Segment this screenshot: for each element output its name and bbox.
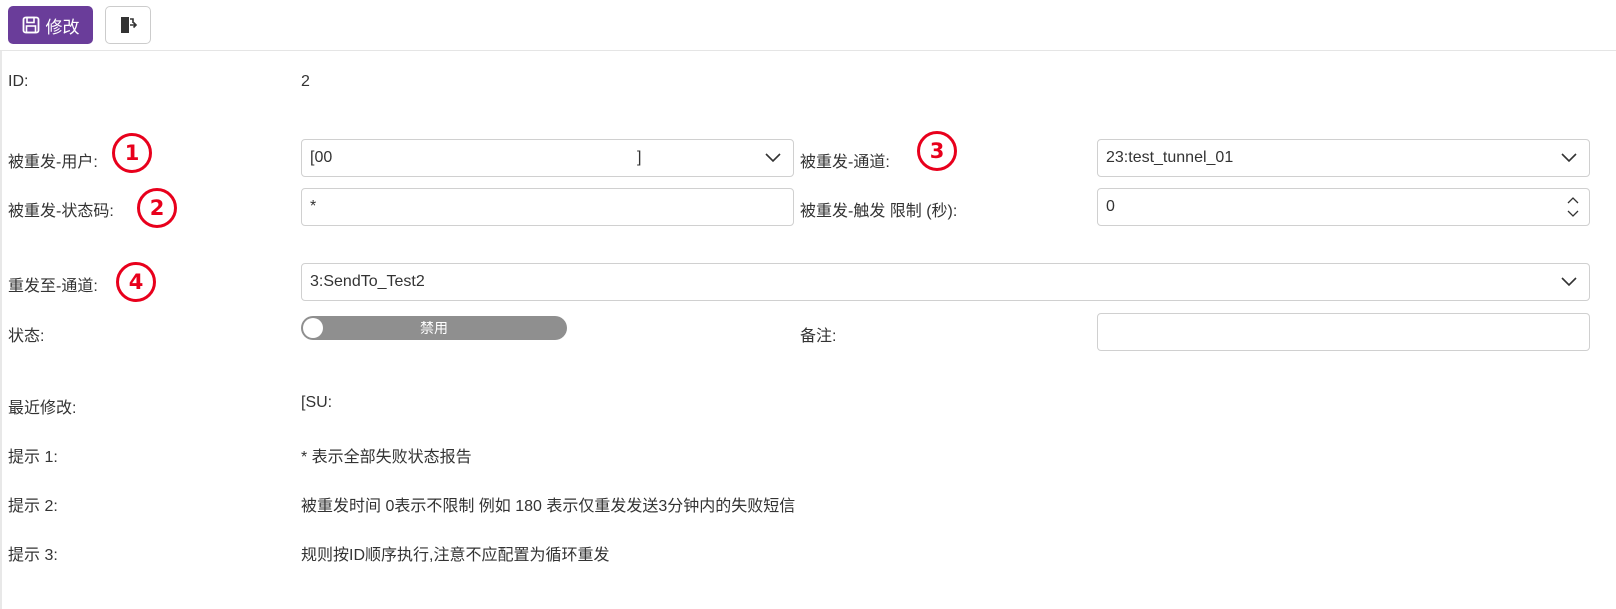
trigger-limit-input[interactable]: 0: [1097, 188, 1590, 226]
state-label: 状态:: [8, 328, 45, 345]
trigger-limit-input-value: 0: [1106, 198, 1115, 215]
channel-select[interactable]: 23:test_tunnel_01: [1097, 139, 1590, 177]
status-code-input-value: *: [310, 198, 317, 215]
remark-label: 备注:: [800, 328, 837, 345]
user-select[interactable]: [00 ]: [301, 139, 794, 177]
exit-icon: [121, 17, 138, 33]
user-select-value-left: [00: [310, 149, 333, 166]
spinner-icon[interactable]: [1567, 195, 1579, 219]
toolbar: 修改: [0, 0, 1616, 51]
hint1-label: 提示 1:: [8, 449, 58, 466]
last-modified-label: 最近修改:: [8, 400, 77, 417]
save-button-label: 修改: [45, 17, 80, 37]
id-value: 2: [301, 73, 310, 90]
remark-input[interactable]: [1097, 313, 1590, 351]
annotation-badge-4: 4: [116, 262, 156, 302]
chevron-down-icon: [1561, 153, 1577, 163]
hint2-label: 提示 2:: [8, 498, 58, 515]
id-label: ID:: [8, 73, 29, 90]
save-icon: [22, 16, 39, 34]
hint3-text: 规则按ID顺序执行,注意不应配置为循环重发: [301, 547, 610, 564]
state-toggle[interactable]: 禁用: [301, 316, 567, 340]
toggle-knob: [303, 318, 323, 338]
resend-channel-select[interactable]: 3:SendTo_Test2: [301, 263, 1590, 301]
hint2-text: 被重发时间 0表示不限制 例如 180 表示仅重发发送3分钟内的失败短信: [301, 498, 796, 515]
trigger-limit-label: 被重发-触发 限制 (秒):: [800, 203, 958, 220]
annotation-badge-2: 2: [137, 188, 177, 228]
left-border: [0, 0, 2, 609]
channel-select-value: 23:test_tunnel_01: [1106, 149, 1234, 166]
status-code-input[interactable]: *: [301, 188, 794, 226]
resend-channel-select-value: 3:SendTo_Test2: [310, 273, 425, 290]
chevron-down-icon: [765, 153, 781, 163]
exit-button[interactable]: [105, 6, 151, 44]
last-modified-value: [SU:: [301, 394, 333, 411]
hint3-label: 提示 3:: [8, 547, 58, 564]
chevron-down-icon: [1561, 277, 1577, 287]
status-code-label: 被重发-状态码:: [8, 203, 114, 220]
channel-label: 被重发-通道:: [800, 154, 890, 171]
save-button[interactable]: 修改: [8, 6, 93, 44]
resend-channel-label: 重发至-通道:: [8, 278, 98, 295]
redaction-mask: [337, 146, 637, 170]
state-toggle-text: 禁用: [420, 320, 448, 336]
user-select-value-right: ]: [637, 149, 642, 166]
annotation-badge-3: 3: [917, 131, 957, 171]
user-label: 被重发-用户:: [8, 154, 98, 171]
annotation-badge-1: 1: [112, 133, 152, 173]
hint1-text: * 表示全部失败状态报告: [301, 449, 472, 466]
